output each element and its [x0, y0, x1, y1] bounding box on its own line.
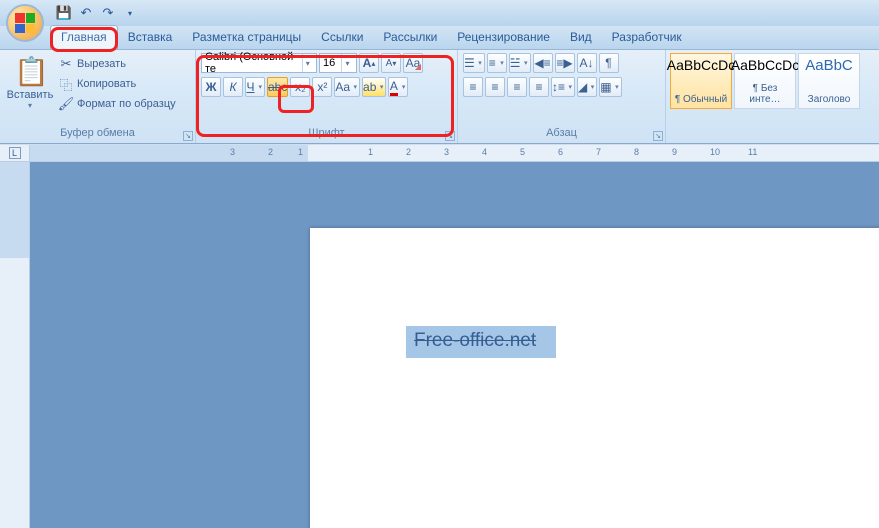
- sort-icon: A↓: [580, 56, 594, 70]
- indent-icon: ≡▶: [556, 56, 572, 70]
- align-center-icon: ≡: [491, 80, 498, 94]
- watermark: FREE-OFFICE.NET: [703, 502, 867, 520]
- outdent-icon: ◀≡: [534, 56, 550, 70]
- selected-text[interactable]: Free-office.net: [406, 326, 556, 358]
- save-icon[interactable]: 💾: [56, 5, 72, 21]
- highlight-button[interactable]: ab: [362, 77, 386, 97]
- bullets-button[interactable]: ☰: [463, 53, 485, 73]
- page[interactable]: Free-office.net: [310, 228, 879, 528]
- italic-button[interactable]: К: [223, 77, 243, 97]
- align-right-button[interactable]: ≡: [507, 77, 527, 97]
- font-group-label: Шрифт: [308, 127, 344, 139]
- qat-dropdown-icon[interactable]: ▾: [122, 5, 138, 21]
- group-styles: AaBbCcDc ¶ Обычный AaBbCcDc ¶ Без инте… …: [666, 50, 879, 143]
- tab-home[interactable]: Главная: [50, 25, 118, 49]
- chevron-down-icon: ▾: [302, 54, 313, 72]
- document-area[interactable]: Free-office.net: [30, 162, 879, 528]
- tab-review[interactable]: Рецензирование: [447, 26, 560, 49]
- tab-references[interactable]: Ссылки: [311, 26, 373, 49]
- tab-insert[interactable]: Вставка: [118, 26, 183, 49]
- font-color-button[interactable]: A: [388, 77, 408, 97]
- sort-button[interactable]: A↓: [577, 53, 597, 73]
- tab-view[interactable]: Вид: [560, 26, 602, 49]
- justify-button[interactable]: ≡: [529, 77, 549, 97]
- scissors-icon: ✂: [58, 56, 74, 72]
- clipboard-group-label: Буфер обмена: [60, 127, 135, 139]
- superscript-button[interactable]: x²: [312, 77, 332, 97]
- paragraph-group-label: Абзац: [546, 127, 577, 139]
- office-logo-icon: [15, 13, 35, 33]
- group-clipboard: 📋 Вставить ▾ ✂Вырезать ⿻Копировать 🖌Форм…: [0, 50, 196, 143]
- paste-dropdown-icon[interactable]: ▾: [28, 101, 32, 110]
- copy-button[interactable]: ⿻Копировать: [55, 75, 179, 93]
- bullets-icon: ☰: [464, 56, 475, 70]
- line-spacing-icon: ↕≡: [552, 80, 565, 94]
- redo-icon[interactable]: ↷: [100, 5, 116, 21]
- windows-icon: [703, 502, 721, 520]
- font-size-combo[interactable]: 16▾: [319, 53, 357, 73]
- borders-icon: ▦: [600, 80, 611, 94]
- chevron-down-icon: ▾: [341, 54, 353, 72]
- style-heading1[interactable]: AaBbC Заголово: [798, 53, 860, 109]
- style-normal[interactable]: AaBbCcDc ¶ Обычный: [670, 53, 732, 109]
- tab-mailings[interactable]: Рассылки: [373, 26, 447, 49]
- paste-label[interactable]: Вставить: [7, 89, 54, 101]
- paint-bucket-icon: ◢: [578, 80, 587, 94]
- underline-button[interactable]: Ч: [245, 77, 265, 97]
- brush-icon: 🖌: [58, 96, 74, 112]
- decrease-indent-button[interactable]: ◀≡: [533, 53, 553, 73]
- copy-icon: ⿻: [58, 76, 74, 92]
- horizontal-ruler[interactable]: L 3211234567891011: [0, 144, 879, 162]
- tab-layout[interactable]: Разметка страницы: [182, 26, 311, 49]
- subscript-button[interactable]: x₂: [290, 77, 310, 97]
- line-spacing-button[interactable]: ↕≡: [551, 77, 575, 97]
- align-right-icon: ≡: [513, 80, 520, 94]
- align-left-icon: ≡: [469, 80, 476, 94]
- ribbon-tabs: Главная Вставка Разметка страницы Ссылки…: [0, 26, 879, 50]
- style-no-spacing[interactable]: AaBbCcDc ¶ Без инте…: [734, 53, 796, 109]
- title-bar: 💾 ↶ ↷ ▾: [0, 0, 879, 26]
- clear-formatting-button[interactable]: Aa◢: [403, 53, 423, 73]
- multilevel-button[interactable]: ☱: [509, 53, 531, 73]
- strikethrough-button[interactable]: abc: [267, 77, 288, 97]
- office-button[interactable]: [6, 4, 44, 42]
- ribbon: 📋 Вставить ▾ ✂Вырезать ⿻Копировать 🖌Форм…: [0, 50, 879, 144]
- bold-button[interactable]: Ж: [201, 77, 221, 97]
- group-paragraph: ☰ ≡ ☱ ◀≡ ≡▶ A↓ ¶ ≡ ≡ ≡ ≡ ↕≡ ◢ ▦: [458, 50, 666, 143]
- paste-icon[interactable]: 📋: [14, 55, 46, 87]
- align-center-button[interactable]: ≡: [485, 77, 505, 97]
- vertical-ruler[interactable]: [0, 162, 30, 528]
- format-painter-button[interactable]: 🖌Формат по образцу: [55, 95, 179, 113]
- group-font: Calibri (Основной те▾ 16▾ A▴ A▾ Aa◢ Ж К …: [196, 50, 458, 143]
- numbering-icon: ≡: [489, 56, 496, 70]
- shrink-font-button[interactable]: A▾: [381, 53, 401, 73]
- tab-developer[interactable]: Разработчик: [602, 26, 692, 49]
- undo-icon[interactable]: ↶: [78, 5, 94, 21]
- increase-indent-button[interactable]: ≡▶: [555, 53, 575, 73]
- font-launcher-icon[interactable]: ↘: [445, 131, 455, 141]
- justify-icon: ≡: [535, 80, 542, 94]
- tab-selector-icon[interactable]: L: [9, 147, 21, 159]
- cut-button[interactable]: ✂Вырезать: [55, 55, 179, 73]
- borders-button[interactable]: ▦: [599, 77, 621, 97]
- pilcrow-icon: ¶: [605, 56, 611, 70]
- change-case-button[interactable]: Aa: [334, 77, 360, 97]
- grow-font-button[interactable]: A▴: [359, 53, 379, 73]
- paragraph-launcher-icon[interactable]: ↘: [653, 131, 663, 141]
- numbering-button[interactable]: ≡: [487, 53, 507, 73]
- font-name-combo[interactable]: Calibri (Основной те▾: [201, 53, 317, 73]
- eraser-icon: ◢: [415, 62, 421, 71]
- show-marks-button[interactable]: ¶: [599, 53, 619, 73]
- clipboard-launcher-icon[interactable]: ↘: [183, 131, 193, 141]
- shading-button[interactable]: ◢: [577, 77, 597, 97]
- quick-access-toolbar: 💾 ↶ ↷ ▾: [56, 5, 138, 21]
- workspace: Free-office.net: [0, 162, 879, 528]
- multilevel-icon: ☱: [510, 56, 521, 70]
- align-left-button[interactable]: ≡: [463, 77, 483, 97]
